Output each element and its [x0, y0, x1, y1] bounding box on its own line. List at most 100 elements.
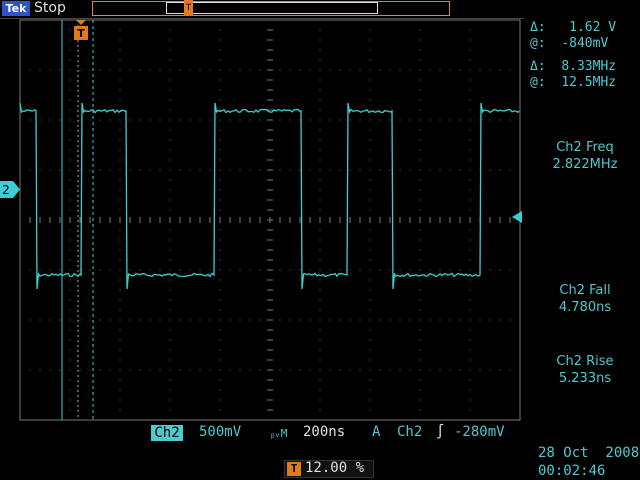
grid-dot [149, 269, 151, 271]
grid-dot [399, 119, 401, 121]
grid-dot [419, 249, 421, 251]
grid-dot [319, 269, 321, 271]
trigger-position-value: 12.00 % [305, 460, 365, 476]
grid-dot [479, 69, 481, 71]
volts-per-div[interactable]: 500mV [199, 424, 241, 440]
grid-dot [119, 59, 121, 61]
grid-dot [469, 179, 471, 181]
grid-dot [169, 159, 171, 161]
grid-dot [439, 69, 441, 71]
grid-dot [419, 349, 421, 351]
grid-dot [339, 319, 341, 321]
grid-dot [409, 119, 411, 121]
grid-dot [79, 69, 81, 71]
grid-dot [389, 269, 391, 271]
grid-dot [319, 199, 321, 201]
tek-logo: Tek [2, 1, 30, 16]
grid-dot [299, 69, 301, 71]
measurement-rise-label: Ch2 Rise [556, 354, 614, 369]
trigger-level[interactable]: -280mV [454, 424, 505, 440]
grid-dot [119, 389, 121, 391]
grid-dot [429, 269, 431, 271]
grid-dot [319, 309, 321, 311]
grid-dot [419, 49, 421, 51]
grid-dot [509, 69, 511, 71]
grid-dot [319, 159, 321, 161]
grid-dot [509, 119, 511, 121]
grid-dot [319, 399, 321, 401]
acquisition-status[interactable]: Stop [34, 0, 66, 16]
grid-dot [29, 169, 31, 171]
cursor-at-voltage: @: -840mV [530, 36, 608, 51]
grid-dot [69, 269, 71, 271]
cursor-delta-voltage: Δ: 1.62 V [530, 20, 616, 35]
grid-dot [469, 259, 471, 261]
grid-dot [69, 319, 71, 321]
grid-dot [329, 369, 331, 371]
record-view-window[interactable] [166, 2, 378, 14]
grid-dot [369, 329, 371, 331]
grid-dot [319, 19, 321, 21]
grid-dot [369, 339, 371, 341]
grid-dot [419, 229, 421, 231]
grid-dot [309, 319, 311, 321]
grid-dot [89, 369, 91, 371]
grid-dot [329, 69, 331, 71]
grid-dot [319, 129, 321, 131]
grid-dot [469, 109, 471, 111]
grid-dot [159, 169, 161, 171]
ch2-ground-marker-icon[interactable]: 2 [0, 181, 20, 198]
grid-dot [419, 409, 421, 411]
channel-badge[interactable]: Ch2 [151, 425, 183, 441]
trigger-position-icon[interactable]: T [73, 20, 89, 42]
grid-dot [219, 229, 221, 231]
grid-dot [79, 169, 81, 171]
grid-dot [419, 139, 421, 141]
grid-dot [499, 69, 501, 71]
grid-dot [229, 119, 231, 121]
grid-dot [369, 189, 371, 191]
grid-dot [429, 169, 431, 171]
trigger-slope-icon: ∫ [436, 424, 445, 440]
grid-dot [119, 319, 121, 321]
grid-dot [99, 269, 101, 271]
grid-dot [459, 369, 461, 371]
grid-dot [69, 229, 71, 231]
grid-dot [219, 249, 221, 251]
grid-dot [519, 119, 521, 121]
status-bar: Tek Stop ⊤ [0, 0, 640, 18]
graticule-screen[interactable] [0, 18, 524, 423]
trigger-source[interactable]: Ch2 [397, 424, 422, 440]
grid-dot [489, 69, 491, 71]
trigger-mode[interactable]: A [372, 424, 380, 440]
grid-dot [319, 389, 321, 391]
grid-dot [199, 319, 201, 321]
cursor-at-v-value: -840mV [561, 36, 609, 51]
grid-dot [139, 69, 141, 71]
grid-dot [69, 369, 71, 371]
grid-dot [369, 269, 371, 271]
grid-dot [219, 39, 221, 41]
grid-dot [119, 129, 121, 131]
grid-dot [419, 339, 421, 341]
grid-dot [469, 299, 471, 301]
grid-dot [59, 119, 61, 121]
grid-dot [439, 369, 441, 371]
grid-dot [469, 239, 471, 241]
grid-dot [419, 379, 421, 381]
grid-dot [409, 169, 411, 171]
grid-dot [329, 169, 331, 171]
grid-dot [219, 159, 221, 161]
grid-dot [119, 39, 121, 41]
grid-dot [369, 379, 371, 381]
grid-dot [69, 39, 71, 41]
grid-dot [219, 49, 221, 51]
grid-dot [129, 119, 131, 121]
grid-dot [369, 99, 371, 101]
grid-dot [69, 149, 71, 151]
grid-dot [219, 309, 221, 311]
grid-dot [219, 179, 221, 181]
grid-dot [219, 189, 221, 191]
grid-dot [169, 249, 171, 251]
time-per-div[interactable]: 200ns [303, 424, 345, 440]
